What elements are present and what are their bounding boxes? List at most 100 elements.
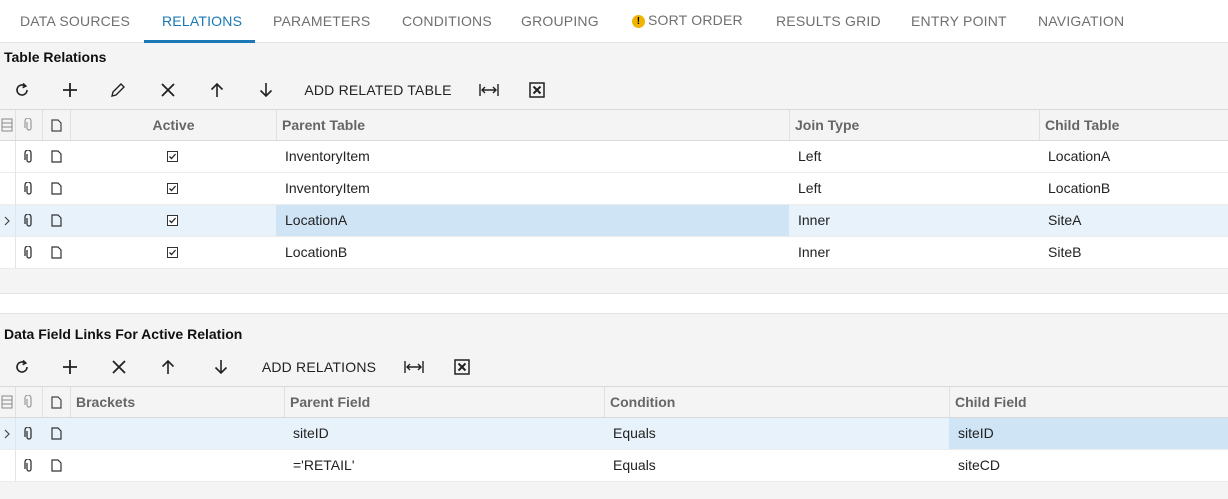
delete-button[interactable] — [105, 350, 133, 384]
parent-field-cell[interactable]: ='RETAIL' — [284, 450, 604, 481]
note-header — [42, 110, 70, 140]
columns-icon — [1, 395, 13, 409]
tab-sort-order[interactable]: ! SORT ORDER — [632, 12, 743, 28]
brackets-cell[interactable] — [70, 418, 284, 449]
arrow-down-icon — [259, 83, 273, 98]
note-icon[interactable] — [42, 237, 70, 268]
parent-field-cell[interactable]: siteID — [284, 418, 604, 449]
links-toolbar: ADD RELATIONS — [0, 350, 1228, 384]
row-pointer-icon — [0, 205, 14, 236]
tab-conditions[interactable]: CONDITIONS — [402, 13, 492, 29]
child-table-cell[interactable]: SiteB — [1039, 237, 1228, 268]
relations-toolbar: ADD RELATED TABLE — [0, 73, 1228, 107]
child-field-cell[interactable]: siteCD — [949, 450, 1228, 481]
join-type-cell[interactable]: Left — [789, 141, 1039, 172]
tab-relations[interactable]: RELATIONS — [162, 13, 242, 29]
row-pointer-icon — [0, 418, 14, 449]
export-excel-button[interactable] — [448, 350, 476, 384]
move-up-button[interactable] — [154, 350, 182, 384]
brackets-cell[interactable] — [70, 450, 284, 481]
note-icon[interactable] — [42, 205, 70, 236]
refresh-icon — [16, 82, 28, 96]
fit-columns-button[interactable] — [475, 73, 503, 107]
add-row-button[interactable] — [56, 73, 84, 107]
table-row[interactable]: ='RETAIL' Equals siteCD — [0, 450, 1228, 482]
active-checkbox[interactable] — [152, 205, 192, 236]
table-row-selected[interactable]: LocationA Inner SiteA — [0, 205, 1228, 237]
arrow-up-icon — [161, 359, 175, 374]
parent-table-cell[interactable]: InventoryItem — [276, 141, 789, 172]
tab-bar: DATA SOURCES RELATIONS PARAMETERS CONDIT… — [0, 0, 1228, 43]
move-up-button[interactable] — [203, 73, 231, 107]
data-field-links-section: Data Field Links For Active Relation ADD… — [0, 314, 1228, 499]
section-title: Data Field Links For Active Relation — [4, 326, 243, 342]
header-condition[interactable]: Condition — [604, 387, 949, 417]
attachment-header — [15, 387, 42, 417]
attachment-icon[interactable] — [15, 418, 42, 449]
fit-width-icon — [479, 84, 499, 96]
attachment-icon[interactable] — [15, 141, 42, 172]
attachment-icon[interactable] — [15, 237, 42, 268]
parent-table-cell[interactable]: LocationA — [276, 205, 789, 236]
fit-width-icon — [404, 361, 424, 373]
table-row-selected[interactable]: siteID Equals siteID — [0, 418, 1228, 450]
header-join-type[interactable]: Join Type — [789, 110, 1039, 140]
header-child-field[interactable]: Child Field — [949, 387, 1228, 417]
parent-table-cell[interactable]: LocationB — [276, 237, 789, 268]
tab-entry-point[interactable]: ENTRY POINT — [911, 13, 1007, 29]
child-field-cell[interactable]: siteID — [949, 418, 1228, 449]
attachment-icon[interactable] — [15, 173, 42, 204]
close-icon — [112, 360, 126, 374]
note-icon[interactable] — [42, 141, 70, 172]
tab-results-grid[interactable]: RESULTS GRID — [776, 13, 881, 29]
child-table-cell[interactable]: SiteA — [1039, 205, 1228, 236]
active-checkbox[interactable] — [152, 173, 192, 204]
child-table-cell[interactable]: LocationB — [1039, 173, 1228, 204]
header-parent-table[interactable]: Parent Table — [276, 110, 789, 140]
attachment-icon[interactable] — [15, 450, 42, 481]
links-grid: Brackets Parent Field Condition Child Fi… — [0, 386, 1228, 482]
delete-button[interactable] — [154, 73, 182, 107]
refresh-button[interactable] — [8, 73, 36, 107]
paperclip-icon — [24, 118, 32, 131]
add-row-button[interactable] — [56, 350, 84, 384]
move-down-button[interactable] — [207, 350, 235, 384]
header-parent-field[interactable]: Parent Field — [284, 387, 604, 417]
note-icon[interactable] — [42, 173, 70, 204]
join-type-cell[interactable]: Inner — [789, 205, 1039, 236]
tab-parameters[interactable]: PARAMETERS — [273, 13, 370, 29]
attachment-header — [15, 110, 42, 140]
attachment-icon[interactable] — [15, 205, 42, 236]
add-relations-button[interactable]: ADD RELATIONS — [259, 350, 379, 384]
header-brackets[interactable]: Brackets — [70, 387, 284, 417]
row-menu-header[interactable] — [0, 387, 15, 417]
active-checkbox[interactable] — [152, 237, 192, 268]
row-menu-header[interactable] — [0, 110, 15, 140]
move-down-button[interactable] — [252, 73, 280, 107]
header-child-table[interactable]: Child Table — [1039, 110, 1228, 140]
child-table-cell[interactable]: LocationA — [1039, 141, 1228, 172]
table-relations-section: Table Relations ADD RELATED TABLE Active… — [0, 43, 1228, 293]
header-active[interactable]: Active — [70, 110, 276, 140]
fit-columns-button[interactable] — [400, 350, 428, 384]
note-icon[interactable] — [42, 418, 70, 449]
export-excel-button[interactable] — [523, 73, 551, 107]
arrow-up-icon — [210, 82, 224, 97]
relations-grid: Active Parent Table Join Type Child Tabl… — [0, 109, 1228, 269]
table-row[interactable]: InventoryItem Left LocationA — [0, 141, 1228, 173]
condition-cell[interactable]: Equals — [604, 418, 949, 449]
parent-table-cell[interactable]: InventoryItem — [276, 173, 789, 204]
tab-grouping[interactable]: GROUPING — [521, 13, 599, 29]
tab-navigation[interactable]: NAVIGATION — [1038, 13, 1124, 29]
active-checkbox[interactable] — [152, 141, 192, 172]
note-icon[interactable] — [42, 450, 70, 481]
join-type-cell[interactable]: Left — [789, 173, 1039, 204]
table-row[interactable]: LocationB Inner SiteB — [0, 237, 1228, 269]
join-type-cell[interactable]: Inner — [789, 237, 1039, 268]
condition-cell[interactable]: Equals — [604, 450, 949, 481]
add-related-table-button[interactable]: ADD RELATED TABLE — [300, 73, 456, 107]
refresh-button[interactable] — [8, 350, 36, 384]
edit-button[interactable] — [104, 73, 132, 107]
tab-data-sources[interactable]: DATA SOURCES — [20, 13, 130, 29]
table-row[interactable]: InventoryItem Left LocationB — [0, 173, 1228, 205]
